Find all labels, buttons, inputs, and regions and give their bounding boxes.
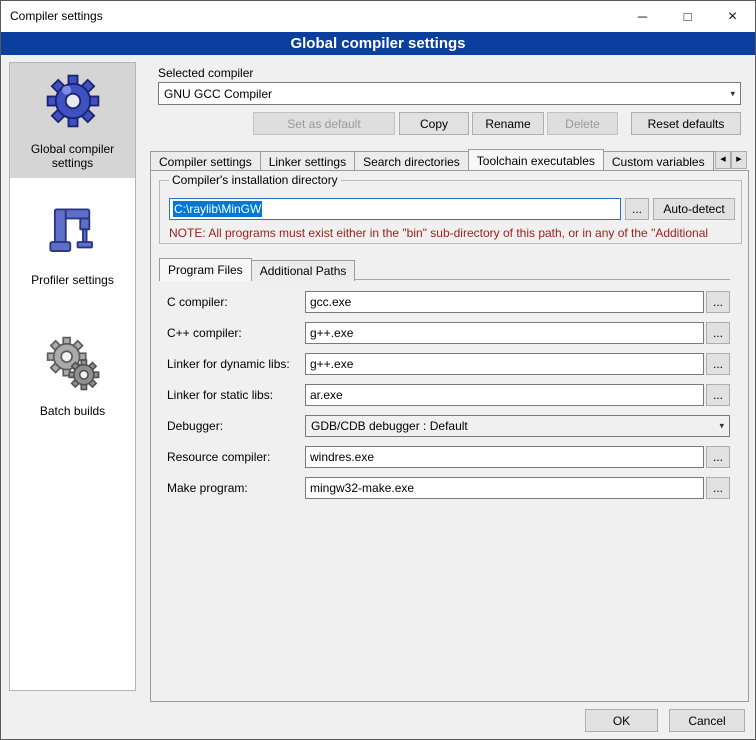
- note-text: NOTE: All programs must exist either in …: [169, 226, 739, 240]
- compiler-select[interactable]: GNU GCC Compiler ▾: [158, 82, 741, 105]
- gray-gears-icon: [44, 334, 102, 397]
- close-icon: ×: [728, 8, 737, 26]
- minimize-icon: ─: [638, 9, 647, 24]
- arrow-right-icon: ▶: [736, 156, 741, 163]
- reset-defaults-button[interactable]: Reset defaults: [631, 112, 741, 135]
- tab-scroll-right-button[interactable]: ▶: [731, 151, 747, 169]
- static-linker-input[interactable]: [305, 384, 704, 406]
- selected-compiler-label: Selected compiler: [158, 66, 253, 80]
- debugger-select-value: GDB/CDB debugger : Default: [311, 419, 468, 433]
- cpp-compiler-input[interactable]: [305, 322, 704, 344]
- ok-button[interactable]: OK: [585, 709, 658, 732]
- installation-directory-groupbox: Compiler's installation directory C:\ray…: [159, 180, 742, 244]
- c-compiler-browse-button[interactable]: ...: [706, 291, 730, 313]
- sidebar-item-profiler-settings[interactable]: Profiler settings: [10, 194, 135, 295]
- rename-button[interactable]: Rename: [472, 112, 544, 135]
- delete-button[interactable]: Delete: [547, 112, 618, 135]
- tab-search-directories[interactable]: Search directories: [354, 151, 469, 170]
- cancel-button[interactable]: Cancel: [669, 709, 745, 732]
- clamp-tool-icon: [44, 203, 102, 266]
- static-linker-browse-button[interactable]: ...: [706, 384, 730, 406]
- page-title: Global compiler settings: [1, 32, 755, 55]
- window-controls: ─ □ ×: [620, 1, 755, 32]
- sidebar-item-batch-builds[interactable]: Batch builds: [10, 325, 135, 426]
- maximize-icon: □: [684, 9, 692, 24]
- compiler-settings-dialog: Compiler settings ─ □ × Global compiler …: [0, 0, 756, 740]
- settings-tabbar: Compiler settingsLinker settingsSearch d…: [150, 149, 715, 170]
- make-program-label: Make program:: [167, 477, 248, 499]
- dynamic-linker-input[interactable]: [305, 353, 704, 375]
- resource-compiler-label: Resource compiler:: [167, 446, 270, 468]
- sidebar-item-label: Global compiler settings: [14, 142, 131, 170]
- tab-toolchain-executables[interactable]: Toolchain executables: [468, 149, 604, 170]
- blue-gear-icon: [44, 72, 102, 135]
- cpp-compiler-browse-button[interactable]: ...: [706, 322, 730, 344]
- chevron-down-icon: ▾: [719, 420, 724, 431]
- make-program-browse-button[interactable]: ...: [706, 477, 730, 499]
- maximize-button[interactable]: □: [665, 1, 710, 32]
- make-program-input[interactable]: [305, 477, 704, 499]
- tab-scroll-left-button[interactable]: ◀: [715, 151, 731, 169]
- arrow-left-icon: ◀: [720, 156, 725, 163]
- copy-button[interactable]: Copy: [399, 112, 469, 135]
- titlebar: Compiler settings ─ □ ×: [1, 1, 755, 32]
- chevron-down-icon: ▾: [730, 88, 735, 99]
- auto-detect-button[interactable]: Auto-detect: [653, 198, 735, 220]
- cpp-compiler-label: C++ compiler:: [167, 322, 242, 344]
- c-compiler-label: C compiler:: [167, 291, 228, 313]
- tab-program-files[interactable]: Program Files: [159, 258, 252, 281]
- tab-compiler-settings[interactable]: Compiler settings: [150, 151, 261, 170]
- settings-category-list: Global compiler settings Profiler settin…: [9, 62, 136, 691]
- tab-additional-paths[interactable]: Additional Paths: [251, 260, 356, 281]
- set-as-default-button[interactable]: Set as default: [253, 112, 395, 135]
- installation-directory-value: C:\raylib\MinGW: [173, 201, 262, 217]
- browse-directory-button[interactable]: ...: [625, 198, 649, 220]
- debugger-label: Debugger:: [167, 415, 223, 437]
- resource-compiler-browse-button[interactable]: ...: [706, 446, 730, 468]
- debugger-select[interactable]: GDB/CDB debugger : Default ▾: [305, 415, 730, 437]
- resource-compiler-input[interactable]: [305, 446, 704, 468]
- close-button[interactable]: ×: [710, 1, 755, 32]
- compiler-select-value: GNU GCC Compiler: [164, 87, 272, 101]
- window-title: Compiler settings: [10, 9, 103, 23]
- minimize-button[interactable]: ─: [620, 1, 665, 32]
- dynamic-linker-label: Linker for dynamic libs:: [167, 353, 290, 375]
- toolchain-executables-panel: Compiler's installation directory C:\ray…: [150, 170, 749, 702]
- tab-linker-settings[interactable]: Linker settings: [260, 151, 355, 170]
- sidebar-item-global-compiler-settings[interactable]: Global compiler settings: [10, 63, 135, 178]
- groupbox-title: Compiler's installation directory: [169, 173, 341, 187]
- c-compiler-input[interactable]: [305, 291, 704, 313]
- tab-custom-variables[interactable]: Custom variables: [603, 151, 714, 170]
- static-linker-label: Linker for static libs:: [167, 384, 273, 406]
- dynamic-linker-browse-button[interactable]: ...: [706, 353, 730, 375]
- sidebar-item-label: Batch builds: [40, 404, 105, 418]
- program-files-tabbar: Program FilesAdditional Paths: [159, 258, 354, 279]
- sidebar-item-label: Profiler settings: [31, 273, 114, 287]
- installation-directory-input[interactable]: C:\raylib\MinGW: [169, 198, 621, 220]
